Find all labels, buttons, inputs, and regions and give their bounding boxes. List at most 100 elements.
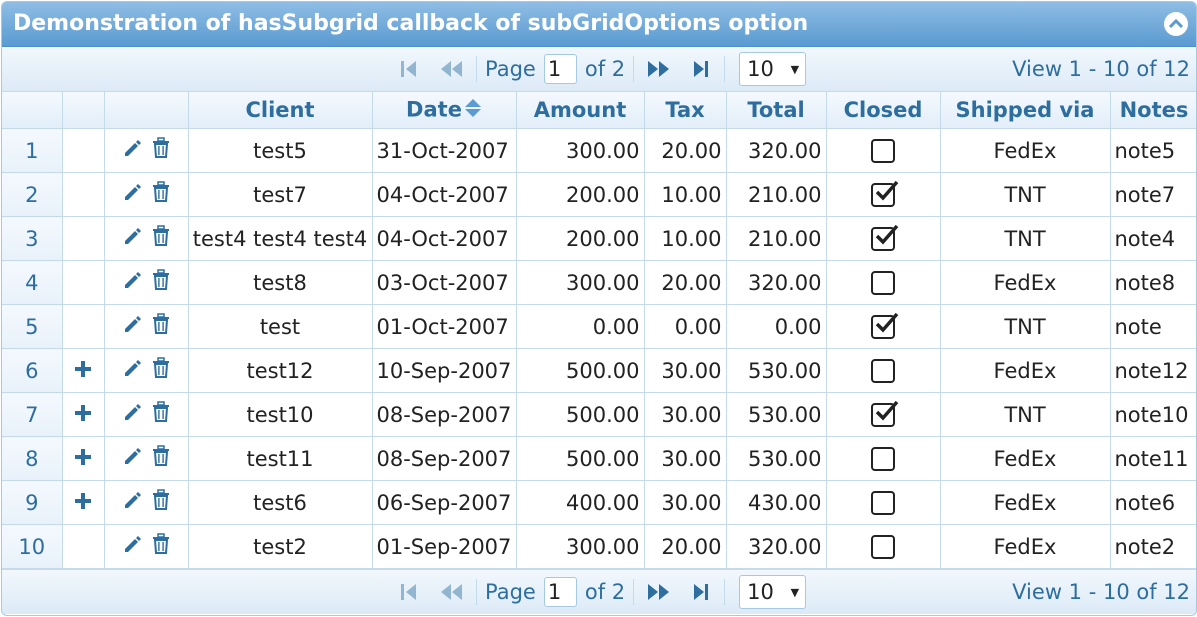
edit-icon[interactable] [121, 313, 143, 340]
next-page-button[interactable] [642, 580, 674, 604]
row-number: 5 [2, 304, 63, 349]
cell-date: 04-Oct-2007 [372, 216, 517, 261]
edit-icon[interactable] [121, 269, 143, 296]
table-row[interactable]: 6 test12 10-Sep-2007 500.00 30.00 530.00 FedEx… [2, 348, 1196, 393]
cell-tax: 20.00 [644, 260, 727, 305]
edit-icon[interactable] [121, 489, 143, 516]
first-page-button[interactable] [394, 57, 426, 81]
delete-icon[interactable] [151, 357, 171, 384]
pager-separator [724, 56, 726, 82]
closed-checkbox[interactable] [871, 312, 899, 339]
table-row[interactable]: 5 test 01-Oct-2007 0.00 0.00 0.00 TNT note [2, 304, 1196, 349]
cell-notes: note2 [1110, 524, 1196, 569]
table-row[interactable]: 1 test5 31-Oct-2007 300.00 20.00 320.00 FedEx n… [2, 128, 1196, 173]
page-number-input[interactable]: 1 [543, 577, 577, 607]
delete-icon[interactable] [151, 181, 171, 208]
cell-closed [826, 480, 941, 525]
edit-icon[interactable] [121, 445, 143, 472]
collapse-grid-button[interactable] [1164, 12, 1188, 36]
column-header-amount[interactable]: Amount [516, 92, 645, 129]
table-row[interactable]: 9 test6 06-Sep-2007 400.00 30.00 430.00 FedEx n… [2, 480, 1196, 525]
expand-subgrid-icon[interactable] [74, 491, 92, 515]
column-header-client[interactable]: Client [188, 92, 373, 129]
table-row[interactable]: 10 test2 01-Sep-2007 300.00 20.00 320.00 FedEx… [2, 524, 1196, 569]
first-page-button[interactable] [394, 580, 426, 604]
subgrid-cell[interactable] [62, 436, 105, 481]
cell-date: 08-Sep-2007 [372, 436, 517, 481]
closed-checkbox[interactable] [871, 180, 899, 207]
prev-page-button[interactable] [436, 57, 468, 81]
delete-icon[interactable] [151, 269, 171, 296]
closed-checkbox[interactable] [871, 447, 895, 471]
column-header-total[interactable]: Total [726, 92, 827, 129]
cell-amount: 300.00 [516, 260, 645, 305]
column-header-date[interactable]: Date [372, 92, 517, 129]
edit-icon[interactable] [121, 181, 143, 208]
table-row[interactable]: 3 test4 test4 test4 04-Oct-2007 200.00 10.00… [2, 216, 1196, 261]
edit-icon[interactable] [121, 225, 143, 252]
expand-subgrid-icon[interactable] [74, 359, 92, 383]
rows-per-page-select[interactable]: 10 ▼ [739, 52, 807, 86]
last-page-button[interactable] [684, 580, 716, 604]
delete-icon[interactable] [151, 137, 171, 164]
closed-checkbox[interactable] [871, 271, 895, 295]
sort-icon[interactable] [464, 97, 482, 124]
cell-closed [826, 304, 941, 349]
cell-tax: 30.00 [644, 348, 727, 393]
column-header-notes[interactable]: Notes [1110, 92, 1196, 129]
edit-icon[interactable] [121, 401, 143, 428]
subgrid-cell[interactable] [62, 480, 105, 525]
cell-date: 10-Sep-2007 [372, 348, 517, 393]
last-page-icon [694, 584, 709, 600]
delete-icon[interactable] [151, 533, 171, 560]
cell-amount: 200.00 [516, 216, 645, 261]
cell-closed [826, 128, 941, 173]
table-row[interactable]: 4 test8 03-Oct-2007 300.00 20.00 320.00 FedEx n… [2, 260, 1196, 305]
delete-icon[interactable] [151, 225, 171, 252]
cell-shipped-via: FedEx [940, 260, 1111, 305]
last-page-button[interactable] [684, 57, 716, 81]
prev-page-button[interactable] [436, 580, 468, 604]
delete-icon[interactable] [151, 401, 171, 428]
closed-checkbox[interactable] [871, 491, 895, 515]
subgrid-cell[interactable] [62, 348, 105, 393]
delete-icon[interactable] [151, 313, 171, 340]
closed-checkbox[interactable] [871, 535, 895, 559]
closed-checkbox[interactable] [871, 224, 899, 251]
closed-checkbox[interactable] [871, 400, 899, 427]
cell-closed [826, 260, 941, 305]
cell-closed [826, 216, 941, 261]
expand-subgrid-icon[interactable] [74, 403, 92, 427]
view-records-text: View 1 - 10 of 12 [1012, 580, 1190, 604]
edit-icon[interactable] [121, 357, 143, 384]
closed-checkbox[interactable] [871, 139, 895, 163]
delete-icon[interactable] [151, 445, 171, 472]
cell-client: test5 [188, 128, 373, 173]
last-page-icon [694, 61, 709, 77]
cell-tax: 20.00 [644, 128, 727, 173]
expand-subgrid-icon[interactable] [74, 447, 92, 471]
bottom-pager: Page 1 of 2 10 ▼ View 1 - 10 of 12 [2, 569, 1196, 614]
column-header-closed[interactable]: Closed [826, 92, 941, 129]
cell-shipped-via: TNT [940, 172, 1111, 217]
page-count-label: of 2 [584, 57, 626, 81]
next-page-button[interactable] [642, 57, 674, 81]
delete-icon[interactable] [151, 489, 171, 516]
closed-checkbox[interactable] [871, 359, 895, 383]
cell-client: test7 [188, 172, 373, 217]
cell-tax: 30.00 [644, 480, 727, 525]
table-row[interactable]: 7 test10 08-Sep-2007 500.00 30.00 530.00 TNT no… [2, 392, 1196, 437]
edit-icon[interactable] [121, 533, 143, 560]
pager-separator [476, 56, 477, 82]
header-row: Client Date Amount Tax Total Closed Ship… [2, 92, 1196, 129]
page-number-input[interactable]: 1 [543, 54, 577, 84]
edit-icon[interactable] [121, 137, 143, 164]
rows-per-page-select[interactable]: 10 ▼ [739, 575, 807, 609]
table-row[interactable]: 2 test7 04-Oct-2007 200.00 10.00 210.00 TNT not… [2, 172, 1196, 217]
column-header-shipped-via[interactable]: Shipped via [940, 92, 1111, 129]
subgrid-cell[interactable] [62, 392, 105, 437]
column-header-tax[interactable]: Tax [644, 92, 727, 129]
cell-shipped-via: TNT [940, 304, 1111, 349]
table-row[interactable]: 8 test11 08-Sep-2007 500.00 30.00 530.00 FedEx… [2, 436, 1196, 481]
cell-total: 210.00 [726, 172, 827, 217]
